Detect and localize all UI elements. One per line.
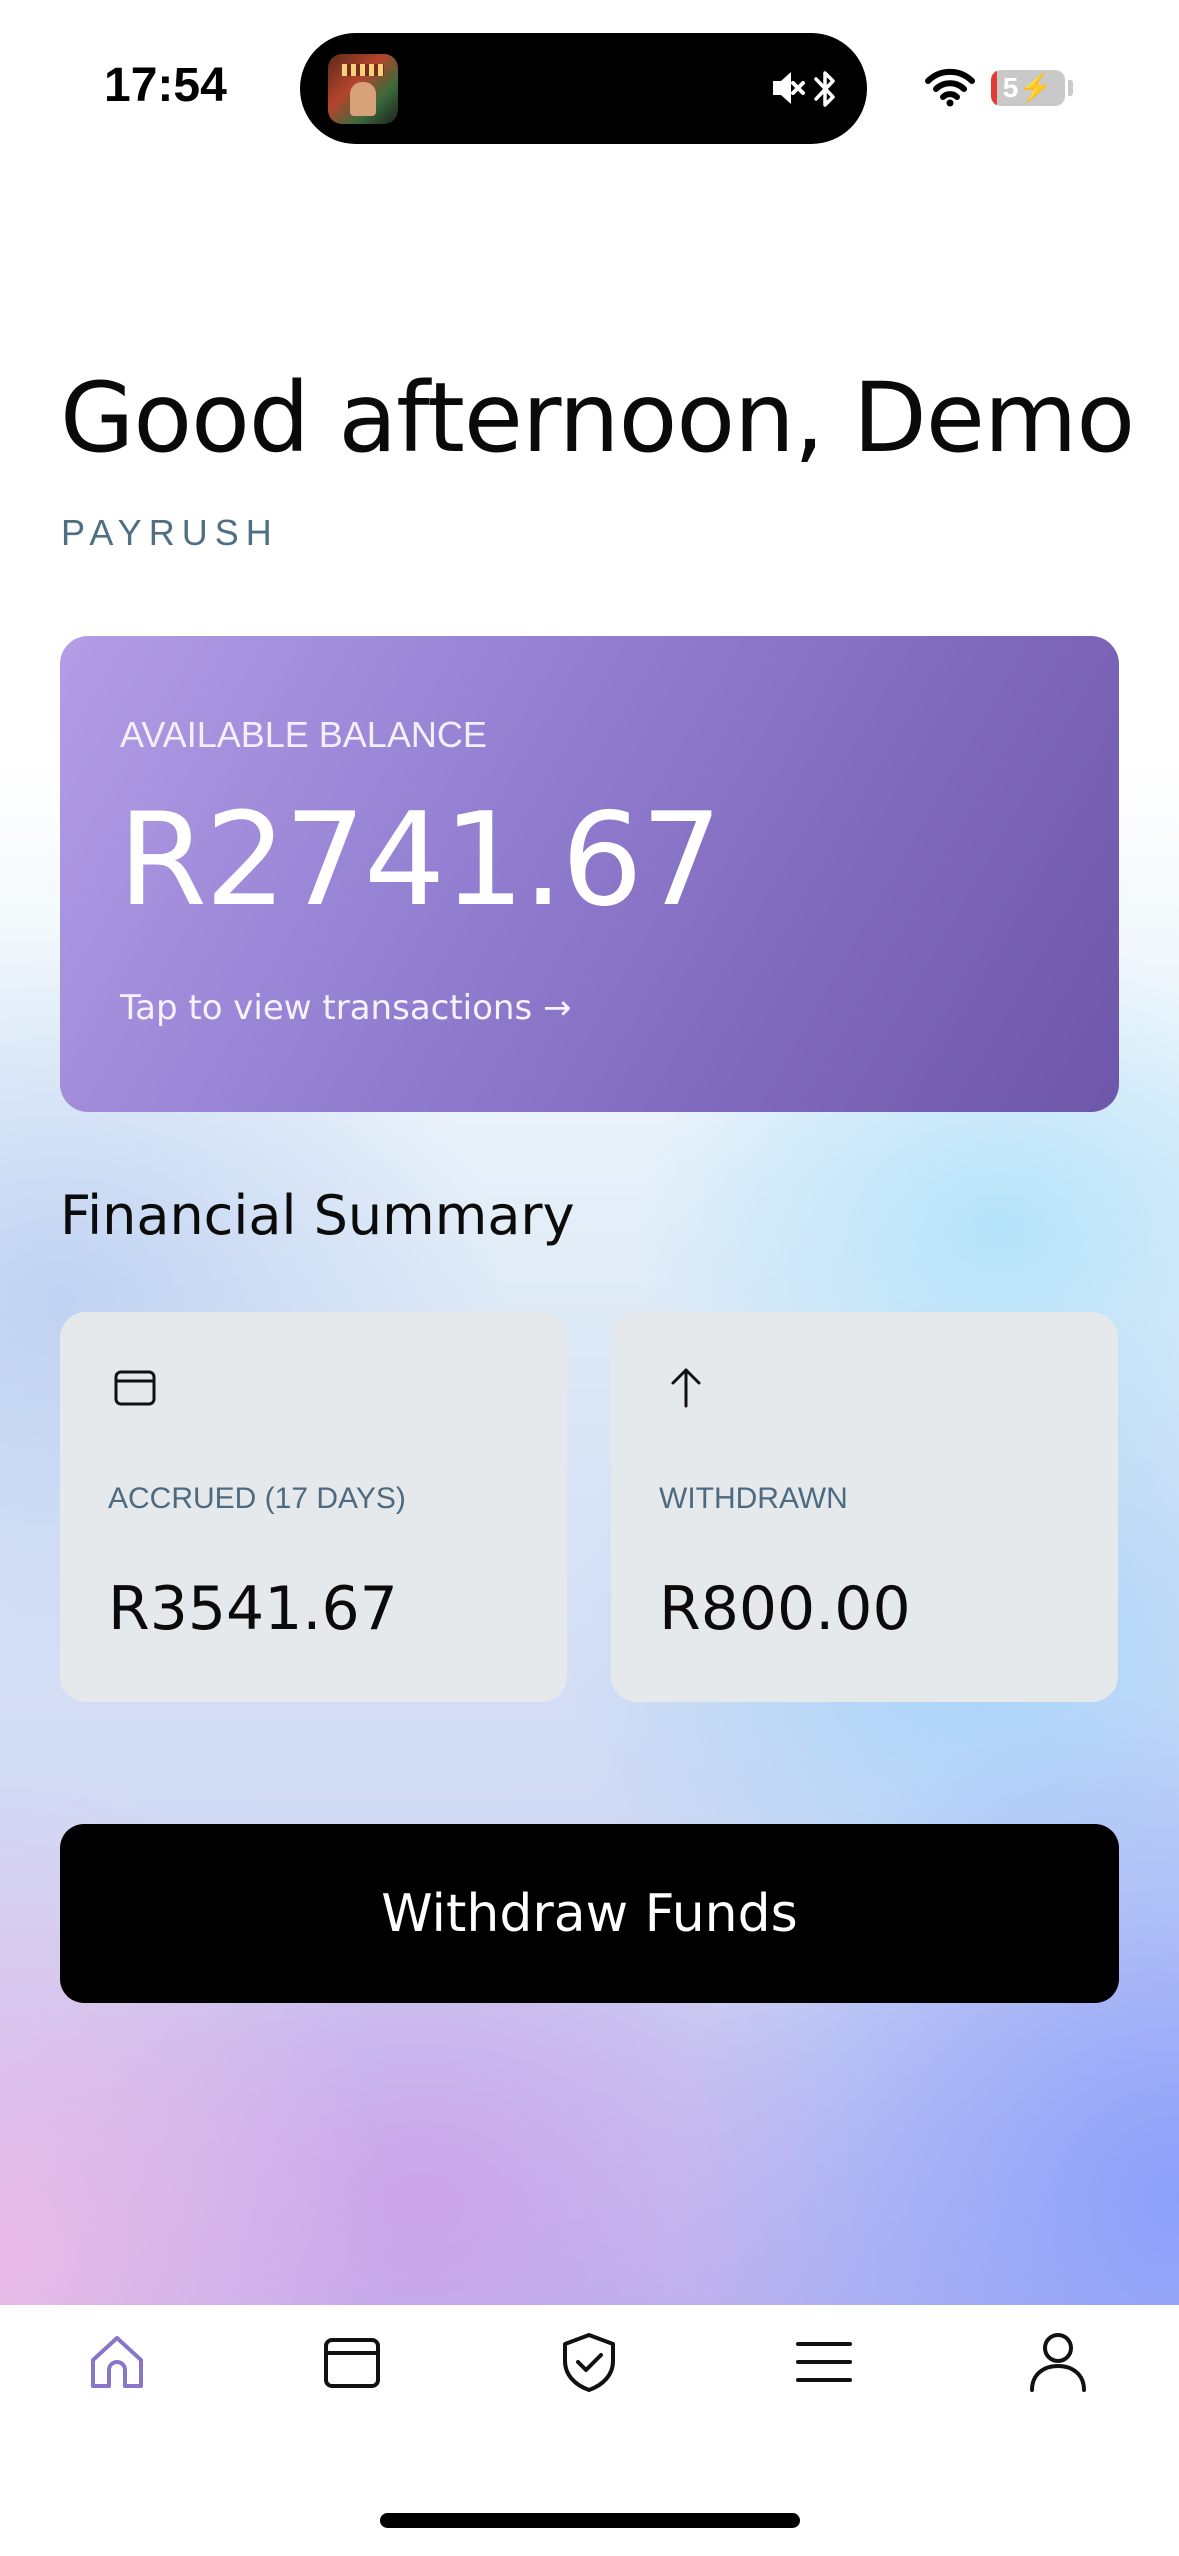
accrued-value: R3541.67: [108, 1574, 398, 1644]
tab-home[interactable]: [85, 2330, 149, 2394]
arrow-up-icon: [671, 1368, 701, 1408]
status-time: 17:54: [104, 59, 227, 112]
withdrawn-card[interactable]: WITHDRAWN R800.00: [611, 1312, 1118, 1702]
shield-check-icon: [563, 2333, 615, 2392]
view-transactions-link[interactable]: Tap to view transactions →: [120, 988, 571, 1028]
battery-icon: 5⚡: [991, 70, 1065, 106]
mute-icon: [773, 72, 805, 104]
withdrawn-value: R800.00: [659, 1574, 911, 1644]
tab-security[interactable]: [557, 2330, 621, 2394]
summary-title: Financial Summary: [60, 1184, 575, 1247]
wallet-icon: [324, 2338, 380, 2388]
tab-wallet[interactable]: [320, 2330, 384, 2394]
tab-profile[interactable]: [1026, 2330, 1090, 2394]
user-icon: [1030, 2333, 1086, 2392]
battery-level: 5⚡: [1002, 72, 1054, 103]
accrued-card[interactable]: ACCRUED (17 DAYS) R3541.67: [60, 1312, 567, 1702]
home-indicator: [380, 2513, 800, 2528]
battery-cap: [1068, 80, 1073, 96]
bluetooth-icon: [814, 71, 835, 107]
wallet-icon: [114, 1370, 156, 1406]
tab-menu[interactable]: [792, 2330, 856, 2394]
now-playing-art: [328, 54, 398, 124]
balance-card[interactable]: AVAILABLE BALANCE R2741.67 Tap to view t…: [60, 636, 1119, 1112]
home-icon: [91, 2336, 143, 2388]
balance-label: AVAILABLE BALANCE: [120, 714, 487, 755]
balance-amount: R2741.67: [118, 786, 722, 935]
greeting-title: Good afternoon, Demo: [60, 362, 1135, 474]
menu-icon: [796, 2342, 852, 2382]
accrued-label: ACCRUED (17 DAYS): [108, 1482, 406, 1515]
brand-label: PAYRUSH: [61, 512, 279, 553]
wifi-icon: [925, 68, 975, 107]
withdraw-funds-button[interactable]: Withdraw Funds: [60, 1824, 1119, 2003]
dynamic-island[interactable]: [300, 33, 867, 144]
withdrawn-label: WITHDRAWN: [659, 1482, 848, 1515]
